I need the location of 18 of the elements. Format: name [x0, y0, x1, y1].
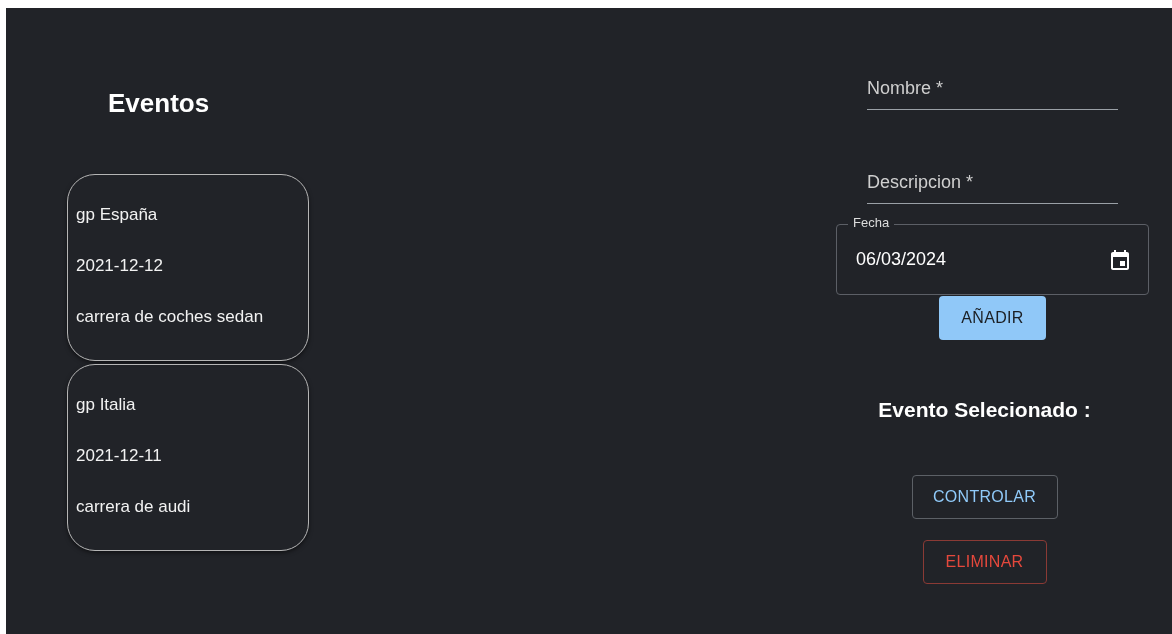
event-name: gp Italia — [76, 395, 137, 415]
section-title: Evento Selecionado : — [878, 398, 1091, 422]
add-button[interactable]: AÑADIR — [939, 296, 1046, 340]
event-card[interactable]: gp España 2021-12-12 carrera de coches sedan — [67, 174, 309, 361]
date-input[interactable]: 06/03/2024 — [854, 248, 1108, 271]
date-field[interactable]: Fecha 06/03/2024 — [836, 215, 1149, 295]
text-field[interactable]: Descripcion * — [867, 162, 1118, 204]
action-button[interactable]: ELIMINAR — [922, 540, 1047, 584]
action-button[interactable]: CONTROLAR — [911, 475, 1058, 519]
calendar-icon[interactable] — [1108, 247, 1132, 272]
event-description: carrera de audi — [76, 497, 192, 517]
event-description: carrera de coches sedan — [76, 307, 265, 327]
page-title: Eventos — [108, 88, 211, 118]
event-date: 2021-12-12 — [76, 256, 164, 276]
event-name: gp España — [76, 205, 159, 225]
text-field[interactable]: Nombre * — [867, 68, 1118, 110]
event-card[interactable]: gp Italia 2021-12-11 carrera de audi — [67, 364, 309, 551]
event-date: 2021-12-11 — [76, 446, 163, 466]
